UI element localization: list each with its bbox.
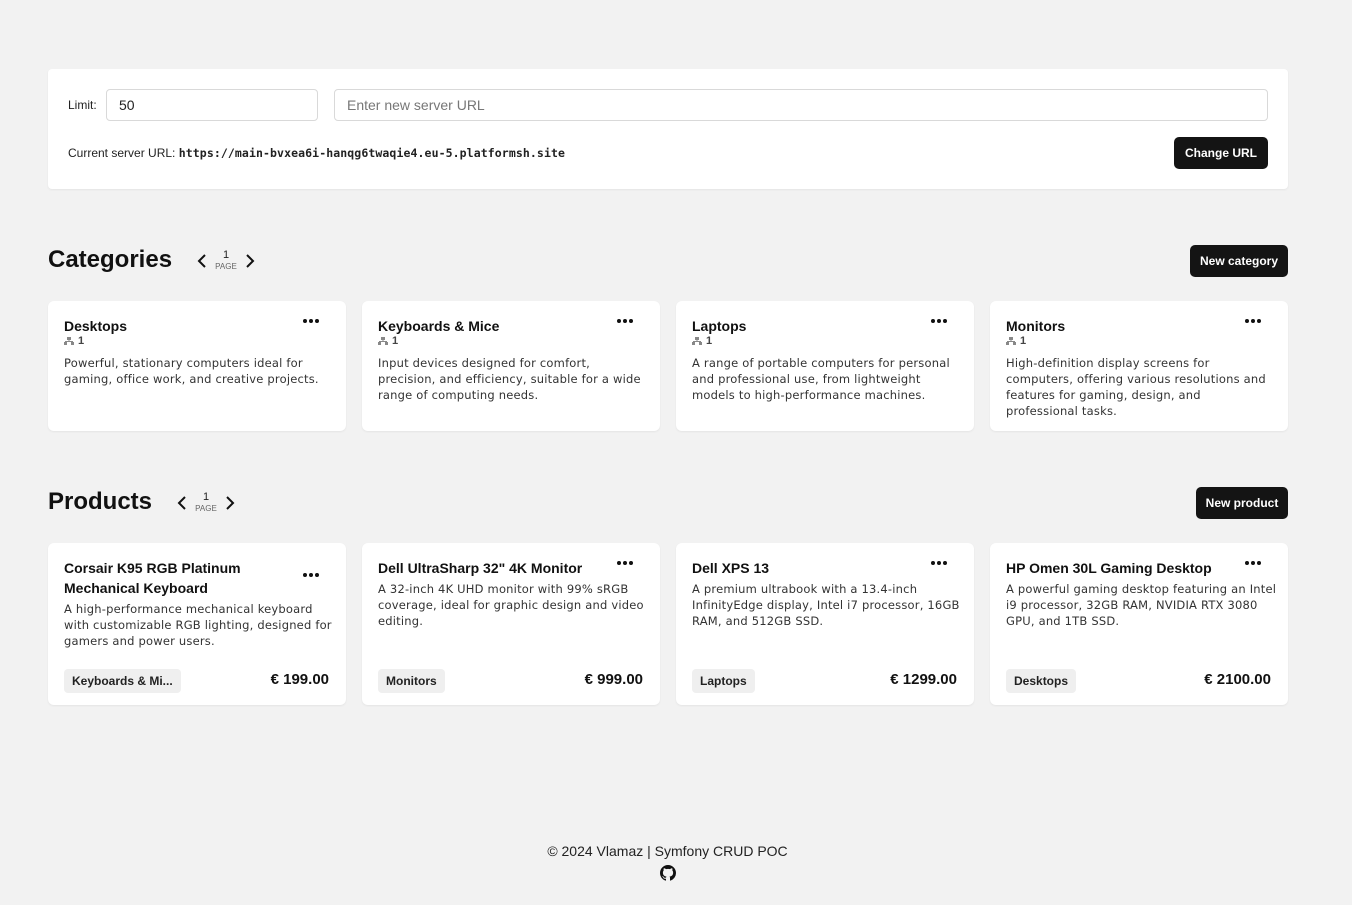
category-description: Powerful, stationary computers ideal for… — [64, 356, 319, 386]
more-options-icon[interactable] — [931, 561, 947, 565]
count-value: 1 — [1020, 335, 1027, 347]
category-description: Input devices designed for comfort, prec… — [378, 356, 641, 402]
categories-title: Categories — [48, 246, 173, 273]
category-badge: Laptops — [692, 669, 755, 693]
page-label: PAGE — [215, 262, 237, 271]
server-url-input[interactable] — [334, 89, 1268, 121]
page-number: 1 — [222, 249, 230, 261]
product-description: A 32-inch 4K UHD monitor with 99% sRGB c… — [378, 582, 644, 628]
category-badge: Keyboards & Mi... — [64, 669, 181, 693]
hierarchy-icon — [64, 336, 74, 345]
server-settings-panel: Limit: Current server URL: https://main-… — [48, 69, 1288, 189]
category-card[interactable]: Desktops 1 Powerful, stationary computer… — [48, 301, 346, 431]
category-card[interactable]: Monitors 1 High-definition display scree… — [990, 301, 1288, 431]
product-count: 1 — [692, 335, 712, 347]
new-product-button[interactable]: New product — [1196, 487, 1288, 519]
count-value: 1 — [78, 335, 85, 347]
github-icon[interactable] — [660, 865, 676, 881]
product-name: Dell XPS 13 — [692, 560, 770, 576]
current-server-url: Current server URL: https://main-bvxea6i… — [68, 146, 565, 160]
new-category-button[interactable]: New category — [1190, 245, 1288, 277]
limit-input[interactable] — [106, 89, 318, 121]
hierarchy-icon — [378, 336, 388, 345]
category-badge: Monitors — [378, 669, 445, 693]
category-name: Laptops — [692, 318, 747, 334]
current-url-label: Current server URL: — [68, 146, 176, 160]
product-count: 1 — [1006, 335, 1026, 347]
limit-label: Limit: — [68, 98, 97, 112]
prev-page-icon[interactable] — [194, 251, 210, 271]
prev-page-icon[interactable] — [174, 493, 190, 513]
page-number: 1 — [202, 491, 210, 503]
product-name: Dell UltraSharp 32" 4K Monitor — [378, 560, 583, 576]
product-price: € 1299.00 — [890, 671, 957, 688]
product-card[interactable]: Dell XPS 13 A premium ultrabook with a 1… — [676, 543, 974, 705]
current-url-value: https://main-bvxea6i-hanqg6twaqie4.eu-5.… — [178, 146, 566, 160]
categories-pager: 1 PAGE — [194, 250, 258, 271]
category-name: Desktops — [64, 318, 128, 334]
product-description: A premium ultrabook with a 13.4-inch Inf… — [692, 582, 960, 628]
product-price: € 999.00 — [584, 671, 643, 688]
category-card[interactable]: Keyboards & Mice 1 Input devices designe… — [362, 301, 660, 431]
page-indicator: 1 PAGE — [210, 250, 242, 271]
category-description: A range of portable computers for person… — [692, 356, 950, 402]
products-title: Products — [48, 488, 153, 515]
product-count: 1 — [64, 335, 84, 347]
more-options-icon[interactable] — [303, 573, 319, 577]
category-badge: Desktops — [1006, 669, 1077, 693]
product-price: € 199.00 — [270, 671, 329, 688]
product-price: € 2100.00 — [1204, 671, 1271, 688]
product-description: A powerful gaming desktop featuring an I… — [1006, 582, 1277, 628]
next-page-icon[interactable] — [242, 251, 258, 271]
product-description: A high-performance mechanical keyboard w… — [64, 602, 332, 648]
category-name: Monitors — [1006, 318, 1066, 334]
more-options-icon[interactable] — [617, 561, 633, 565]
category-card[interactable]: Laptops 1 A range of portable computers … — [676, 301, 974, 431]
more-options-icon[interactable] — [1245, 561, 1261, 565]
hierarchy-icon — [692, 336, 702, 345]
product-card[interactable]: HP Omen 30L Gaming Desktop A powerful ga… — [990, 543, 1288, 705]
change-url-button[interactable]: Change URL — [1174, 137, 1268, 169]
page-indicator: 1 PAGE — [190, 492, 222, 513]
count-value: 1 — [392, 335, 399, 347]
product-card[interactable]: Corsair K95 RGB Platinum Mechanical Keyb… — [48, 543, 346, 705]
count-value: 1 — [706, 335, 713, 347]
more-options-icon[interactable] — [303, 319, 319, 323]
footer-text: © 2024 Vlamaz | Symfony CRUD POC — [547, 843, 788, 859]
product-name: Corsair K95 RGB Platinum Mechanical Keyb… — [64, 560, 241, 596]
category-description: High-definition display screens for comp… — [1006, 356, 1266, 418]
page-label: PAGE — [195, 504, 217, 513]
product-name: HP Omen 30L Gaming Desktop — [1006, 560, 1212, 576]
product-count: 1 — [378, 335, 398, 347]
more-options-icon[interactable] — [617, 319, 633, 323]
product-card[interactable]: Dell UltraSharp 32" 4K Monitor A 32-inch… — [362, 543, 660, 705]
more-options-icon[interactable] — [931, 319, 947, 323]
more-options-icon[interactable] — [1245, 319, 1261, 323]
products-pager: 1 PAGE — [174, 492, 238, 513]
next-page-icon[interactable] — [222, 493, 238, 513]
category-name: Keyboards & Mice — [378, 318, 500, 334]
hierarchy-icon — [1006, 336, 1016, 345]
